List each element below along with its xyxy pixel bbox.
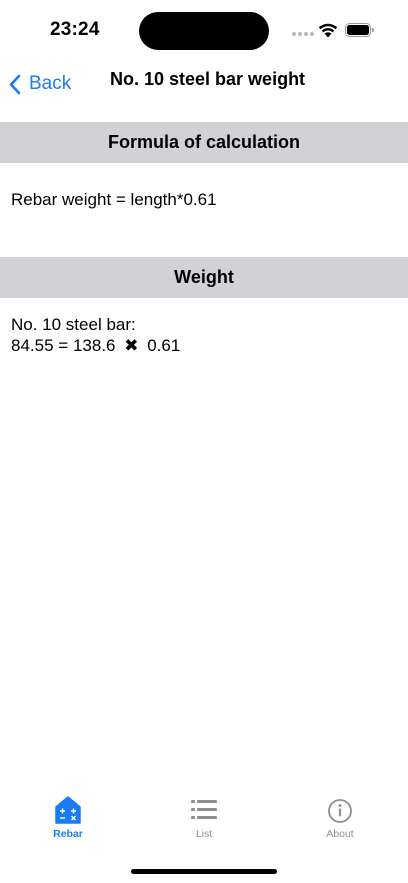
formula-text: Rebar weight = length*0.61: [11, 190, 217, 209]
tab-rebar[interactable]: Rebar: [28, 795, 108, 851]
weight-calculation: 84.55 = 138.6 ✖ 0.61: [11, 335, 180, 357]
battery-icon: [345, 23, 374, 37]
tab-label-rebar: Rebar: [53, 828, 83, 840]
dynamic-island: [139, 12, 269, 50]
tab-bar: Rebar List About: [0, 795, 408, 855]
weight-bar-label: No. 10 steel bar:: [11, 315, 136, 334]
page-title: No. 10 steel bar weight: [110, 69, 306, 89]
list-icon: [191, 800, 217, 819]
section-header-formula: Formula of calculation: [0, 122, 408, 163]
info-icon: [328, 799, 352, 823]
equals-sign: =: [58, 336, 69, 355]
back-button[interactable]: Back: [8, 66, 71, 102]
tab-about[interactable]: About: [300, 795, 380, 851]
tab-list[interactable]: List: [164, 795, 244, 851]
cellular-signal-icon: [292, 32, 314, 36]
tab-label-about: About: [326, 828, 354, 840]
tab-label-list: List: [195, 828, 213, 840]
multiply-icon: ✖: [124, 336, 139, 355]
home-indicator[interactable]: [131, 869, 277, 874]
navigation-bar: Back No. 10 steel bar weight: [0, 60, 408, 122]
calculator-house-icon: [55, 796, 81, 824]
weight-factor: 0.61: [147, 336, 181, 355]
screen: 23:24 Back No. 10 steel bar weight Formu…: [0, 0, 408, 883]
back-label: Back: [29, 73, 72, 94]
section-header-weight: Weight: [0, 257, 408, 298]
wifi-icon: [318, 23, 338, 38]
weight-length: 138.6: [72, 336, 116, 355]
status-time: 23:24: [50, 19, 100, 40]
chevron-left-icon: [9, 74, 21, 94]
weight-result: 84.55: [11, 336, 54, 355]
status-bar: 23:24: [0, 0, 408, 60]
